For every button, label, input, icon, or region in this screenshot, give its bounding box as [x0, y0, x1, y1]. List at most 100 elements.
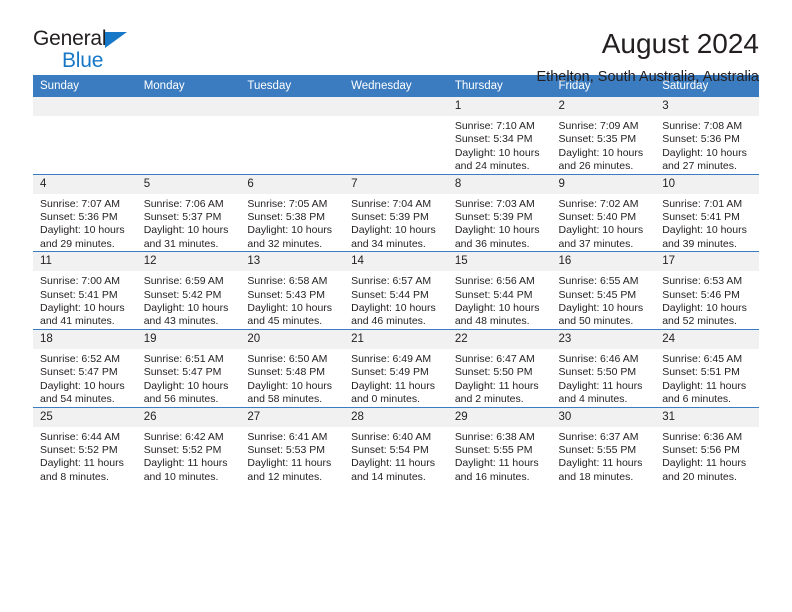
- daylight-text-line2: and 43 minutes.: [143, 315, 219, 328]
- calendar-day-cell[interactable]: 3 Sunrise: 7:08 AM Sunset: 5:36 PM Daylight…: [655, 97, 759, 174]
- calendar-day-cell[interactable]: 1 Sunrise: 7:10 AM Sunset: 5:34 PM Daylight…: [447, 97, 552, 174]
- sunset-text: Sunset: 5:46 PM: [662, 288, 740, 301]
- calendar-day-cell[interactable]: 10 Sunrise: 7:01 AM Sunset: 5:41 PM Dayligh…: [655, 173, 759, 252]
- sunrise-text: Sunrise: 6:53 AM: [662, 275, 743, 288]
- sunrise-text: Sunrise: 7:03 AM: [454, 197, 535, 210]
- day-number: 29: [447, 407, 552, 427]
- sunset-text: Sunset: 5:51 PM: [662, 366, 740, 379]
- calendar-day-cell[interactable]: 22 Sunrise: 6:47 AM Sunset: 5:50 PM Dayligh…: [447, 328, 552, 407]
- daylight-text-line2: and 54 minutes.: [40, 393, 115, 406]
- sunset-text: Sunset: 5:56 PM: [662, 443, 740, 456]
- day-number: 5: [136, 174, 241, 194]
- calendar-day-cell[interactable]: 4 Sunrise: 7:07 AM Sunset: 5:36 PM Daylight…: [33, 173, 137, 252]
- calendar-day-cell[interactable]: 27 Sunrise: 6:41 AM Sunset: 5:53 PM Dayligh…: [240, 406, 345, 485]
- sunset-text: Sunset: 5:36 PM: [40, 211, 118, 224]
- daylight-text-line1: Daylight: 11 hours: [454, 457, 539, 470]
- sunset-text: Sunset: 5:38 PM: [247, 211, 326, 224]
- day-number: 24: [655, 329, 759, 349]
- sunset-text: Sunset: 5:37 PM: [143, 211, 222, 224]
- day-details: Sunrise: 6:41 AM Sunset: 5:53 PM Daylight:…: [240, 427, 344, 485]
- daylight-text-line2: and 41 minutes.: [40, 315, 115, 328]
- calendar-day-cell[interactable]: 13 Sunrise: 6:58 AM Sunset: 5:43 PM Dayligh…: [240, 251, 345, 330]
- calendar-day-cell[interactable]: 20 Sunrise: 6:50 AM Sunset: 5:48 PM Dayligh…: [240, 328, 345, 407]
- day-number: [33, 97, 137, 116]
- calendar-day-cell[interactable]: 31 Sunrise: 6:36 AM Sunset: 5:56 PM Dayligh…: [655, 406, 759, 485]
- calendar-day-cell[interactable]: 29 Sunrise: 6:38 AM Sunset: 5:55 PM Dayligh…: [447, 406, 552, 485]
- daylight-text-line2: and 0 minutes.: [351, 393, 420, 406]
- sunrise-text: Sunrise: 7:09 AM: [558, 120, 639, 132]
- day-number: 26: [136, 407, 241, 427]
- day-number: 1: [447, 97, 552, 116]
- calendar-day-cell[interactable]: 15 Sunrise: 6:56 AM Sunset: 5:44 PM Dayligh…: [447, 251, 552, 330]
- calendar-day-cell[interactable]: 28 Sunrise: 6:40 AM Sunset: 5:54 PM Dayligh…: [344, 406, 448, 485]
- day-details: Sunrise: 6:53 AM Sunset: 5:46 PM Daylight:…: [655, 271, 759, 329]
- calendar-day-cell[interactable]: 25 Sunrise: 6:44 AM Sunset: 5:52 PM Dayligh…: [33, 406, 137, 485]
- calendar-day-cell[interactable]: 23 Sunrise: 6:46 AM Sunset: 5:50 PM Dayligh…: [551, 328, 656, 407]
- daylight-text-line1: Daylight: 10 hours: [351, 302, 436, 315]
- daylight-text-line2: and 39 minutes.: [662, 237, 737, 250]
- sunset-text: Sunset: 5:39 PM: [351, 211, 429, 224]
- day-number: 4: [33, 174, 137, 194]
- sunset-text: Sunset: 5:35 PM: [558, 133, 637, 146]
- sunrise-text: Sunrise: 6:42 AM: [143, 430, 224, 443]
- day-details: Sunrise: 6:50 AM Sunset: 5:48 PM Daylight:…: [240, 349, 344, 407]
- day-number: 15: [447, 252, 552, 272]
- sunset-text: Sunset: 5:44 PM: [351, 288, 429, 301]
- day-number: 2: [551, 97, 656, 116]
- calendar-day-cell[interactable]: 9 Sunrise: 7:02 AM Sunset: 5:40 PM Daylight…: [551, 173, 656, 252]
- calendar-day-cell[interactable]: 19 Sunrise: 6:51 AM Sunset: 5:47 PM Dayligh…: [136, 328, 241, 407]
- calendar-day-cell[interactable]: 6 Sunrise: 7:05 AM Sunset: 5:38 PM Daylight…: [240, 173, 345, 252]
- sunrise-text: Sunrise: 7:02 AM: [558, 197, 639, 210]
- daylight-text-line1: Daylight: 10 hours: [247, 224, 333, 237]
- calendar-day-cell[interactable]: 17 Sunrise: 6:53 AM Sunset: 5:46 PM Dayligh…: [655, 251, 759, 330]
- daylight-text-line2: and 12 minutes.: [247, 470, 323, 483]
- day-number: 14: [344, 252, 448, 272]
- daylight-text-line1: Daylight: 10 hours: [558, 224, 644, 237]
- day-details: Sunrise: 7:04 AM Sunset: 5:39 PM Daylight:…: [344, 194, 448, 252]
- day-number: 22: [447, 329, 552, 349]
- sunset-text: Sunset: 5:43 PM: [247, 288, 326, 301]
- calendar-day-cell[interactable]: 14 Sunrise: 6:57 AM Sunset: 5:44 PM Dayligh…: [344, 251, 448, 330]
- calendar-day-cell-empty: [136, 97, 241, 174]
- day-number: 30: [551, 407, 656, 427]
- day-number: 7: [344, 174, 448, 194]
- calendar-day-cell[interactable]: 8 Sunrise: 7:03 AM Sunset: 5:39 PM Daylight…: [447, 173, 552, 252]
- day-number: [136, 97, 241, 116]
- calendar-day-cell[interactable]: 2 Sunrise: 7:09 AM Sunset: 5:35 PM Daylight…: [551, 97, 656, 174]
- sunset-text: Sunset: 5:45 PM: [558, 288, 637, 301]
- calendar-day-cell[interactable]: 30 Sunrise: 6:37 AM Sunset: 5:55 PM Dayligh…: [551, 406, 656, 485]
- day-details: Sunrise: 7:09 AM Sunset: 5:35 PM Daylight:…: [552, 116, 656, 174]
- sunrise-text: Sunrise: 7:01 AM: [662, 197, 743, 210]
- calendar-day-cell[interactable]: 11 Sunrise: 7:00 AM Sunset: 5:41 PM Dayligh…: [33, 251, 137, 330]
- calendar-day-cell[interactable]: 26 Sunrise: 6:42 AM Sunset: 5:52 PM Dayligh…: [136, 406, 241, 485]
- calendar-day-cell[interactable]: 5 Sunrise: 7:06 AM Sunset: 5:37 PM Daylight…: [136, 173, 241, 252]
- day-number: 10: [655, 174, 759, 194]
- sunset-text: Sunset: 5:49 PM: [351, 366, 429, 379]
- sunset-text: Sunset: 5:41 PM: [662, 211, 740, 224]
- day-number: [240, 97, 345, 116]
- calendar-day-cell[interactable]: 24 Sunrise: 6:45 AM Sunset: 5:51 PM Dayligh…: [655, 328, 759, 407]
- sunset-text: Sunset: 5:52 PM: [143, 443, 222, 456]
- sunset-text: Sunset: 5:54 PM: [351, 443, 429, 456]
- day-details: Sunrise: 6:58 AM Sunset: 5:43 PM Daylight:…: [240, 271, 344, 329]
- day-number: 23: [551, 329, 656, 349]
- sunset-text: Sunset: 5:41 PM: [40, 288, 118, 301]
- sunset-text: Sunset: 5:36 PM: [662, 133, 740, 146]
- calendar-day-cell[interactable]: 18 Sunrise: 6:52 AM Sunset: 5:47 PM Dayligh…: [33, 328, 137, 407]
- calendar-day-cell-empty: [33, 97, 137, 174]
- weekday-header-monday: Monday: [136, 75, 241, 97]
- calendar-day-cell[interactable]: 7 Sunrise: 7:04 AM Sunset: 5:39 PM Daylight…: [344, 173, 448, 252]
- daylight-text-line2: and 46 minutes.: [351, 315, 426, 328]
- day-details: Sunrise: 7:07 AM Sunset: 5:36 PM Daylight:…: [33, 194, 137, 252]
- daylight-text-line1: Daylight: 10 hours: [143, 302, 229, 315]
- calendar-day-cell[interactable]: 16 Sunrise: 6:55 AM Sunset: 5:45 PM Dayligh…: [551, 251, 656, 330]
- day-details: Sunrise: 6:59 AM Sunset: 5:42 PM Daylight:…: [137, 271, 241, 329]
- daylight-text-line2: and 18 minutes.: [558, 470, 634, 483]
- day-details: Sunrise: 6:42 AM Sunset: 5:52 PM Daylight:…: [137, 427, 241, 485]
- day-number: 3: [655, 97, 759, 116]
- calendar-day-cell[interactable]: 12 Sunrise: 6:59 AM Sunset: 5:42 PM Dayligh…: [136, 251, 241, 330]
- calendar-day-cell[interactable]: 21 Sunrise: 6:49 AM Sunset: 5:49 PM Dayligh…: [344, 328, 448, 407]
- day-number: [344, 97, 448, 116]
- day-number: 20: [240, 329, 345, 349]
- sunrise-text: Sunrise: 6:44 AM: [40, 430, 120, 443]
